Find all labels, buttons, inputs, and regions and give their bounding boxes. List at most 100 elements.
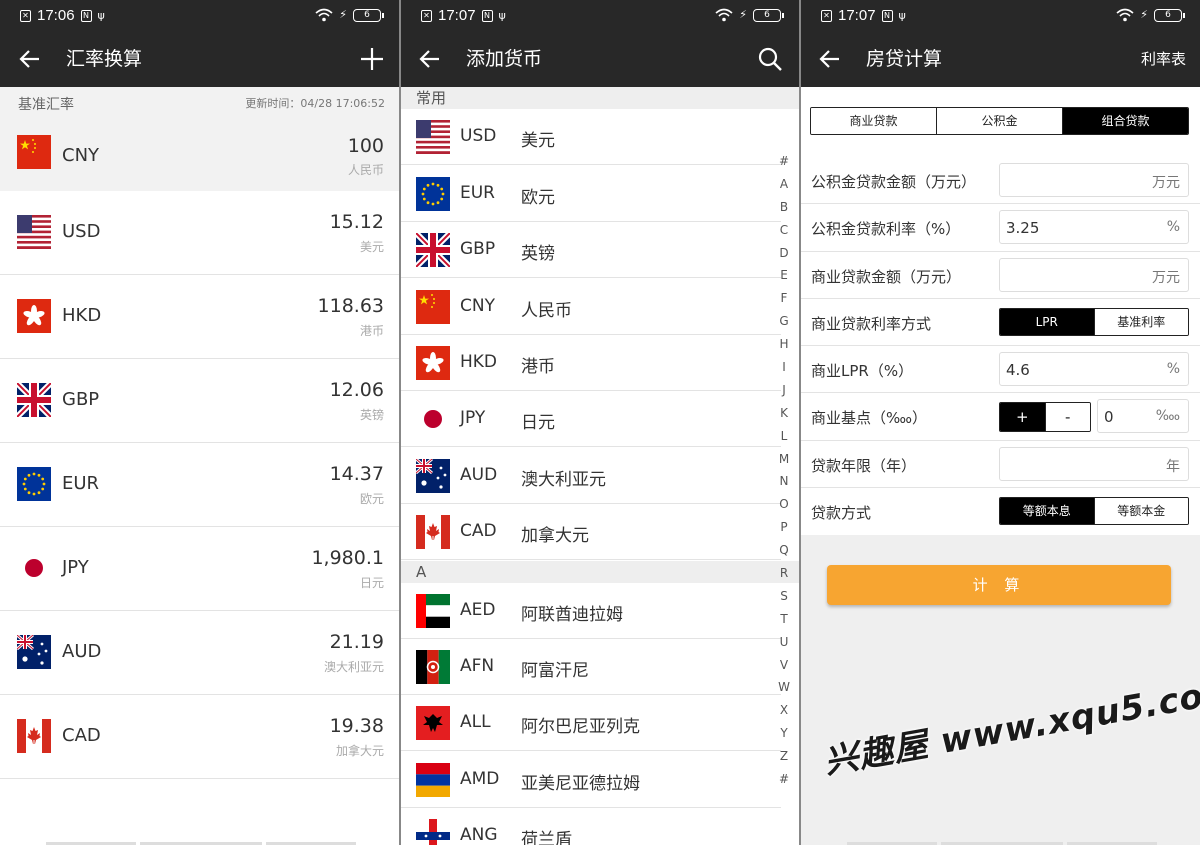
index-letter[interactable]: A <box>777 173 791 196</box>
currency-item-hkd[interactable]: HKD 港币 <box>401 335 781 391</box>
index-letter[interactable]: P <box>777 516 791 539</box>
fund-rate-input[interactable]: 3.25 % <box>999 210 1189 245</box>
biz-amount-input[interactable]: 万元 <box>999 257 1189 292</box>
currency-item-cad[interactable]: CAD 加拿大元 <box>401 504 781 560</box>
nfc-icon: N <box>481 9 493 22</box>
currency-code: EUR <box>62 473 100 494</box>
basis-point-input[interactable]: 0 ‱ <box>1097 399 1189 434</box>
rate-row-eur[interactable]: EUR 14.37 欧元 <box>0 443 399 527</box>
index-letter[interactable]: R <box>777 562 791 585</box>
currency-item-all[interactable]: ALL 阿尔巴尼亚列克 <box>401 695 781 751</box>
index-letter[interactable]: I <box>777 356 791 379</box>
rate-table-button[interactable]: 利率表 <box>1141 49 1186 69</box>
loan-years-row: 贷款年限（年） 年 <box>801 441 1200 489</box>
currency-name: 亚美尼亚德拉姆 <box>521 774 640 794</box>
index-letter[interactable]: L <box>777 425 791 448</box>
sim-icon: ✕ <box>20 9 31 22</box>
currency-name: 加拿大元 <box>335 744 384 758</box>
rate-row-cad[interactable]: CAD 19.38 加拿大元 <box>0 695 399 779</box>
currency-code: AMD <box>460 769 500 789</box>
index-letter[interactable]: F <box>777 287 791 310</box>
equal-principal-option[interactable]: 等额本金 <box>1094 498 1188 525</box>
field-label: 商业基点（‱） <box>811 409 928 428</box>
currency-item-cny[interactable]: CNY 人民币 <box>401 279 781 335</box>
index-letter[interactable]: W <box>777 676 791 699</box>
currency-code: HKD <box>460 352 498 372</box>
currency-code: CAD <box>460 521 497 541</box>
au-flag-icon <box>17 635 51 669</box>
index-letter[interactable]: # <box>777 150 791 173</box>
index-letter[interactable]: C <box>777 219 791 242</box>
index-letter[interactable]: X <box>777 699 791 722</box>
currency-item-ang[interactable]: ANG 荷兰盾 <box>401 808 781 845</box>
currency-item-eur[interactable]: EUR 欧元 <box>401 166 781 222</box>
index-letter[interactable]: E <box>777 264 791 287</box>
index-letter[interactable]: J <box>777 379 791 402</box>
search-icon[interactable] <box>757 46 783 72</box>
index-letter[interactable]: O <box>777 493 791 516</box>
tab-provident-fund[interactable]: 公积金 <box>937 108 1063 134</box>
rate-row-jpy[interactable]: JPY 1,980.1 日元 <box>0 527 399 611</box>
loan-years-input[interactable]: 年 <box>999 446 1189 481</box>
currency-item-aed[interactable]: AED 阿联酋迪拉姆 <box>401 583 781 639</box>
index-letter[interactable]: T <box>777 608 791 631</box>
currency-item-jpy[interactable]: JPY 日元 <box>401 391 781 447</box>
fund-amount-input[interactable]: 万元 <box>999 163 1189 197</box>
lpr-input[interactable]: 4.6 % <box>999 352 1189 387</box>
rate-row-gbp[interactable]: GBP 12.06 英镑 <box>0 359 399 443</box>
rate-row-hkd[interactable]: HKD 118.63 港币 <box>0 275 399 359</box>
add-icon[interactable] <box>359 46 385 72</box>
wifi-icon <box>1116 8 1134 22</box>
currency-value: 118.63 <box>317 295 384 317</box>
biz-rate-mode-row: 商业贷款利率方式 LPR 基准利率 <box>801 299 1200 347</box>
lpr-option[interactable]: LPR <box>1000 308 1095 335</box>
currency-code: EUR <box>460 183 495 203</box>
currency-name: 阿尔巴尼亚列克 <box>521 717 640 737</box>
index-letter[interactable]: N <box>777 470 791 493</box>
index-letter[interactable]: Y <box>777 722 791 745</box>
hk-flag-icon <box>17 299 51 333</box>
back-arrow-icon[interactable] <box>418 47 442 71</box>
alphabet-index[interactable]: # A B C D E F G H I J K L M N O P Q R S … <box>777 150 791 791</box>
currency-item-afn[interactable]: AFN 阿富汗尼 <box>401 639 781 695</box>
index-letter[interactable]: Z <box>777 745 791 768</box>
loan-type-tabs: 商业贷款 公积金 组合贷款 <box>810 107 1189 135</box>
back-arrow-icon[interactable] <box>18 47 42 71</box>
rate-row-usd[interactable]: USD 15.12 美元 <box>0 191 399 275</box>
rate-row-aud[interactable]: AUD 21.19 澳大利亚元 <box>0 611 399 695</box>
index-letter[interactable]: Q <box>777 539 791 562</box>
tab-commercial-loan[interactable]: 商业贷款 <box>811 108 937 134</box>
field-unit: ‱ <box>1155 408 1180 425</box>
rate-row-cny[interactable]: CNY 100 人民币 <box>0 111 399 191</box>
plus-button[interactable]: + <box>1000 403 1046 432</box>
back-arrow-icon[interactable] <box>818 47 842 71</box>
currency-code: GBP <box>460 239 496 259</box>
jp-flag-icon <box>17 551 51 585</box>
index-letter[interactable]: S <box>777 585 791 608</box>
currency-item-usd[interactable]: USD 美元 <box>401 109 781 165</box>
index-letter[interactable]: B <box>777 196 791 219</box>
tab-combined-loan[interactable]: 组合贷款 <box>1063 108 1188 134</box>
currency-item-amd[interactable]: AMD 亚美尼亚德拉姆 <box>401 752 781 808</box>
index-letter[interactable]: D <box>777 242 791 265</box>
equal-installment-option[interactable]: 等额本息 <box>1000 498 1095 525</box>
index-letter[interactable]: U <box>777 631 791 654</box>
index-letter[interactable]: H <box>777 333 791 356</box>
calculate-button[interactable]: 计 算 <box>827 565 1171 605</box>
index-letter[interactable]: V <box>777 654 791 677</box>
index-letter[interactable]: # <box>777 768 791 791</box>
index-letter[interactable]: M <box>777 448 791 471</box>
base-rate-option[interactable]: 基准利率 <box>1094 308 1188 335</box>
currency-item-aud[interactable]: AUD 澳大利亚元 <box>401 448 781 504</box>
nfc-icon: N <box>881 9 893 22</box>
am-flag-icon <box>416 763 450 797</box>
basis-point-row: 商业基点（‱） + - 0 ‱ <box>801 393 1200 441</box>
currency-name: 阿联酋迪拉姆 <box>521 605 623 625</box>
currency-item-gbp[interactable]: GBP 英镑 <box>401 222 781 278</box>
currency-name: 阿富汗尼 <box>521 661 589 681</box>
index-letter[interactable]: G <box>777 310 791 333</box>
minus-button[interactable]: - <box>1045 403 1090 432</box>
status-bar: ✕ 17:06 N ψ ⚡ 6 <box>0 0 399 32</box>
index-letter[interactable]: K <box>777 402 791 425</box>
eu-flag-icon <box>416 177 450 211</box>
